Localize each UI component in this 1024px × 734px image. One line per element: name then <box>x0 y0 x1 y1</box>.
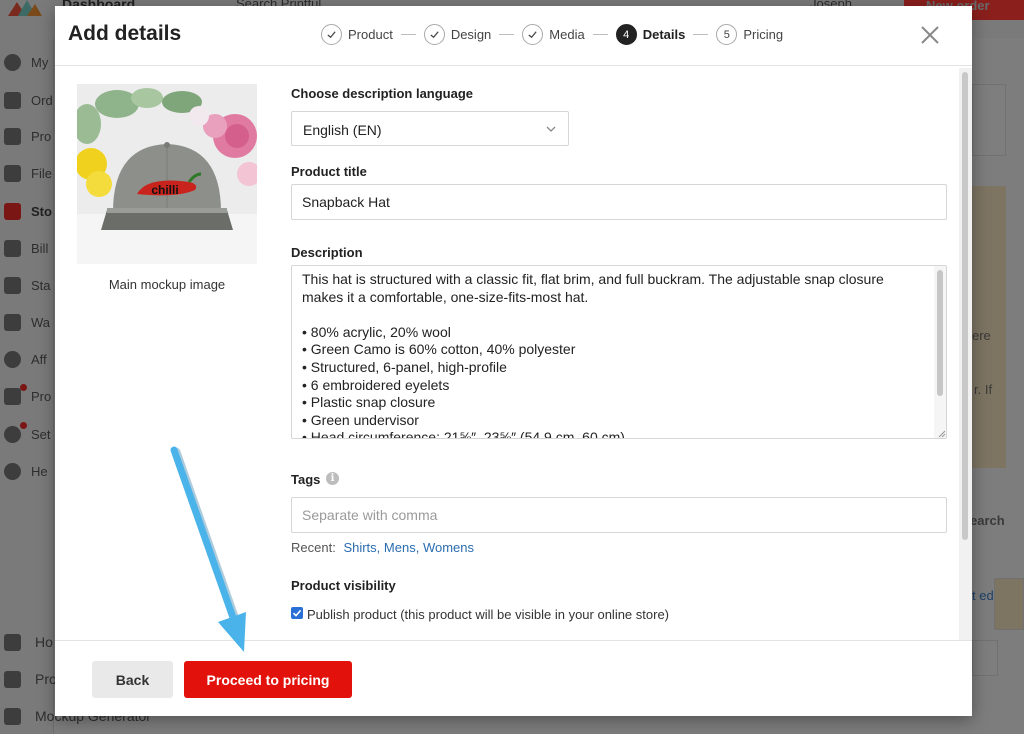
step-details[interactable]: 4 Details <box>615 24 686 45</box>
step-product[interactable]: Product <box>321 24 393 45</box>
back-button[interactable]: Back <box>92 661 173 698</box>
background-card <box>972 84 1006 156</box>
step-label: Pricing <box>743 27 784 42</box>
product-title-label: Product title <box>291 164 367 179</box>
step-divider <box>693 34 709 35</box>
background-text: earch <box>970 513 1005 528</box>
image-icon <box>4 164 21 182</box>
modal-footer: Back Proceed to pricing <box>55 640 972 716</box>
background-notice-card <box>972 186 1006 468</box>
step-label: Details <box>642 27 686 42</box>
tags-input[interactable]: Separate with comma <box>291 497 947 533</box>
background-text: r. If <box>974 382 993 397</box>
step-number: 4 <box>615 24 637 45</box>
modal-header: Add details Product Design Media 4 Detai… <box>55 6 972 66</box>
notification-dot <box>20 384 27 391</box>
description-label: Description <box>291 245 363 260</box>
mockup-caption: Main mockup image <box>108 277 226 292</box>
card-icon <box>4 239 21 257</box>
recent-label: Recent: <box>291 540 336 555</box>
modal-title: Add details <box>68 22 182 45</box>
step-label: Media <box>549 27 585 42</box>
stepper: Product Design Media 4 Details 5 Pricing <box>321 24 783 45</box>
language-label: Choose description language <box>291 86 474 101</box>
product-title-input[interactable]: Snapback Hat <box>291 184 947 220</box>
list-icon <box>4 91 21 109</box>
modal-scrollbar[interactable] <box>959 68 972 646</box>
step-pricing[interactable]: 5 Pricing <box>716 24 783 45</box>
language-value: English (EN) <box>303 122 382 138</box>
svg-text:chilli: chilli <box>151 183 178 197</box>
box-icon <box>4 313 21 331</box>
background-sidebar-item: Sto <box>4 199 52 223</box>
gear-icon <box>4 425 21 443</box>
printful-logo-icon <box>8 0 42 16</box>
visibility-label: Product visibility <box>291 578 396 593</box>
description-text: This hat is structured with a classic fi… <box>302 271 884 439</box>
background-sidebar-item: File <box>4 161 52 185</box>
background-sidebar-item: Sta <box>4 273 51 297</box>
background-text: t ed <box>972 588 994 603</box>
pie-chart-icon <box>4 53 21 71</box>
checkmark-icon <box>292 609 302 617</box>
modal-scroll-thumb[interactable] <box>962 72 968 540</box>
product-icon <box>4 127 21 145</box>
recent-tag-shirts[interactable]: Shirts, <box>343 540 380 555</box>
check-icon <box>522 24 544 45</box>
close-icon[interactable] <box>919 24 941 46</box>
background-sidebar-item: My <box>4 50 48 74</box>
step-media[interactable]: Media <box>522 24 585 45</box>
background-bottom-item: Ho <box>4 631 53 653</box>
background-chat-button <box>994 578 1024 630</box>
description-scrollbar[interactable] <box>934 266 946 438</box>
add-details-modal: Add details Product Design Media 4 Detai… <box>55 6 972 716</box>
background-sidebar-item: Ord <box>4 88 53 112</box>
background-sidebar-item: Wa <box>4 310 50 334</box>
background-sidebar-item: He <box>4 459 48 483</box>
recent-tag-womens[interactable]: Womens <box>423 540 474 555</box>
background-sidebar-item: Set <box>4 422 51 446</box>
help-icon <box>4 462 21 480</box>
recent-tag-mens[interactable]: Mens, <box>384 540 419 555</box>
store-icon <box>4 202 21 220</box>
background-sidebar-item: Bill <box>4 236 48 260</box>
background-bottom-item: Pro <box>4 668 57 690</box>
background-sidebar-item: Pro <box>4 124 51 148</box>
step-divider <box>400 34 416 35</box>
bar-chart-icon <box>4 276 21 294</box>
check-icon <box>423 24 445 45</box>
recent-tags: Recent: Shirts, Mens, Womens <box>291 540 474 555</box>
crop-icon <box>4 707 21 725</box>
background-text: ere <box>972 328 991 343</box>
step-design[interactable]: Design <box>423 24 492 45</box>
description-textarea[interactable]: This hat is structured with a classic fi… <box>291 265 947 439</box>
background-more-button <box>972 640 998 676</box>
publish-checkbox-label[interactable]: Publish product (this product will be vi… <box>307 607 669 622</box>
language-select[interactable]: English (EN) <box>291 111 569 146</box>
info-icon[interactable]: i <box>326 472 339 485</box>
background-sidebar-item: Pro <box>4 384 51 408</box>
background-sidebar-item: Aff <box>4 347 47 371</box>
step-divider <box>592 34 608 35</box>
step-divider <box>499 34 515 35</box>
description-scroll-thumb[interactable] <box>937 270 943 396</box>
step-label: Product <box>348 27 393 42</box>
check-icon <box>321 24 342 45</box>
briefcase-icon <box>4 387 21 405</box>
step-number: 5 <box>716 24 738 45</box>
resize-handle-icon[interactable] <box>936 428 946 438</box>
tags-label: Tags <box>291 472 321 487</box>
home-icon <box>4 633 21 651</box>
snapback-hat-image: chilli <box>77 84 257 264</box>
chevron-down-icon <box>546 126 556 132</box>
step-label: Design <box>450 27 492 42</box>
publish-checkbox[interactable] <box>291 607 303 619</box>
tshirt-icon <box>4 670 21 688</box>
proceed-to-pricing-button[interactable]: Proceed to pricing <box>184 661 352 698</box>
main-mockup-image: chilli <box>77 84 257 264</box>
notification-dot <box>20 422 27 429</box>
people-icon <box>4 350 21 368</box>
